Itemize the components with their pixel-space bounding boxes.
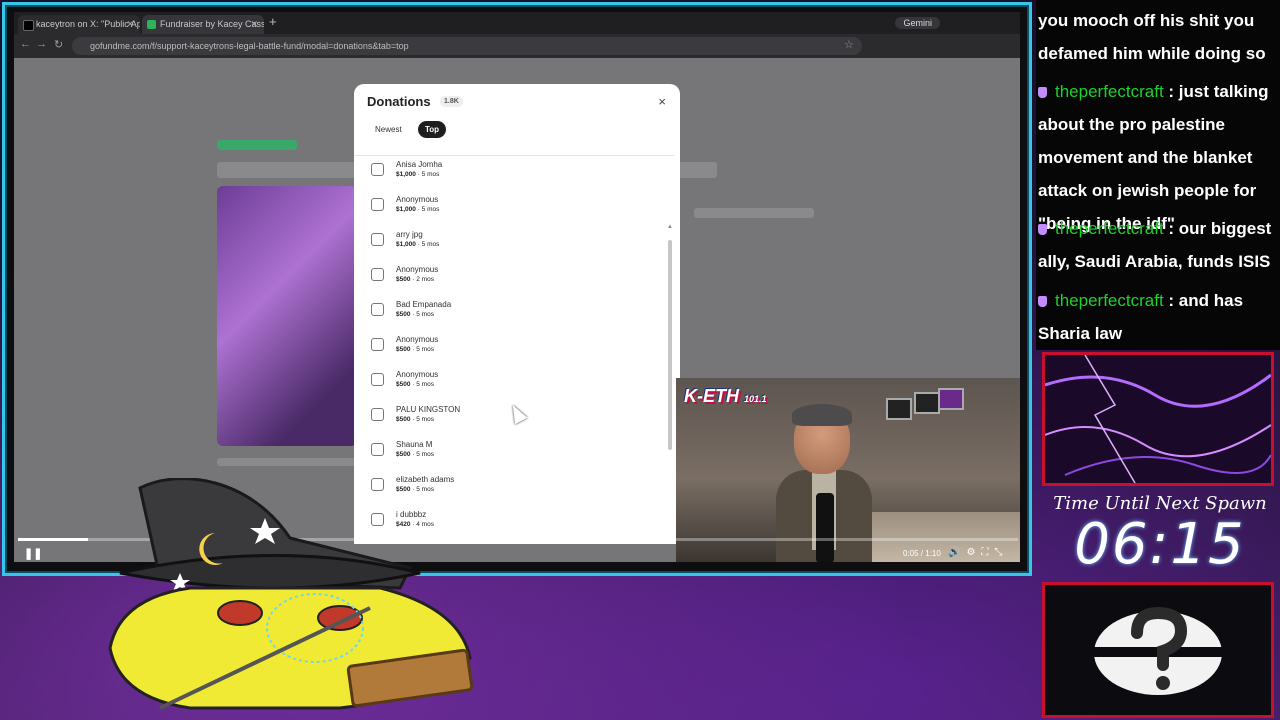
scroll-up-icon[interactable]: ▲	[667, 224, 673, 230]
donation-count-badge: 1.8K	[440, 96, 463, 107]
donation-amount: $1,000 · 5 mos	[396, 241, 440, 248]
pause-icon[interactable]: ❚❚	[24, 547, 42, 560]
heart-hand-icon	[371, 163, 384, 176]
donation-amount: $500 · 5 mos	[396, 451, 434, 458]
chat-username[interactable]: theperfectcraft	[1055, 219, 1164, 238]
campaign-image	[217, 186, 357, 446]
chat-message: you mooch off his shit you defamed him w…	[1038, 4, 1278, 70]
forward-icon[interactable]: →	[36, 38, 47, 50]
x-logo-icon	[23, 20, 34, 31]
heart-hand-icon	[371, 198, 384, 211]
donor-name: Anonymous	[396, 195, 439, 204]
gofundme-favicon-icon	[147, 20, 156, 29]
tab-strip: kaceytron on X: "Public Apolog ✕ Fundrai…	[14, 12, 1020, 34]
spawn-timer-label: Time Until Next Spawn	[1053, 493, 1267, 514]
donations-modal: Donations 1.8K × Newest Top ▲ Anisa Jomh…	[354, 84, 680, 544]
close-icon[interactable]: ×	[658, 94, 666, 109]
station-logo: K-ETH 101.1	[684, 386, 780, 420]
tab-newest[interactable]: Newest	[368, 121, 409, 138]
video-control-icons[interactable]: 🔊⚙⛶⤡	[948, 547, 1008, 558]
lightning-panel	[1042, 352, 1274, 486]
donation-row: Anonymous $500 · 2 mos	[370, 265, 650, 295]
donation-amount: $500 · 5 mos	[396, 381, 434, 388]
tab-label: Fundraiser by Kacey Cassano	[160, 19, 264, 29]
video-time: 0:05 / 1:10	[903, 549, 941, 558]
hair	[792, 404, 852, 426]
new-tab-icon[interactable]: +	[269, 14, 277, 29]
gemini-button[interactable]: Gemini	[895, 17, 940, 29]
donation-amount: $500 · 5 mos	[396, 311, 434, 318]
monitor-icon	[914, 392, 940, 414]
reload-icon[interactable]: ↻	[54, 38, 63, 51]
chat-message: theperfectcraft : and has Sharia law	[1038, 284, 1278, 350]
chat-message-text: you mooch off his shit you defamed him w…	[1038, 11, 1266, 63]
chat-username[interactable]: theperfectcraft	[1055, 291, 1164, 310]
microphone-icon	[816, 493, 834, 562]
donation-row: Anonymous $1,000 · 5 mos	[370, 195, 650, 225]
close-tab-icon[interactable]: ✕	[250, 15, 258, 34]
heart-hand-icon	[371, 303, 384, 316]
chat-message: theperfectcraft : our biggest ally, Saud…	[1038, 212, 1278, 278]
donor-name: Anonymous	[396, 265, 439, 274]
logo-subtext: 101.1	[744, 394, 767, 404]
donor-name: Anonymous	[396, 370, 439, 379]
donation-row: arry jpg $1,000 · 5 mos	[370, 230, 650, 260]
bookmark-star-icon[interactable]: ☆	[844, 38, 854, 51]
heart-hand-icon	[371, 338, 384, 351]
wizard-eye	[217, 600, 263, 626]
monitor-icon	[886, 398, 912, 420]
donation-amount: $500 · 5 mos	[396, 346, 434, 353]
donation-amount: $1,000 · 5 mos	[396, 171, 440, 178]
scrollbar-thumb[interactable]	[668, 240, 672, 450]
mystery-panel	[1042, 582, 1274, 718]
heart-hand-icon	[371, 443, 384, 456]
donation-row: Anonymous $500 · 5 mos	[370, 370, 650, 400]
close-tab-icon[interactable]: ✕	[126, 15, 134, 34]
donation-amount: $500 · 5 mos	[396, 416, 434, 423]
donor-name: PALU KINGSTON	[396, 405, 461, 414]
video-progress-fill	[18, 538, 88, 541]
donation-amount: $1,000 · 5 mos	[396, 206, 440, 213]
video-player[interactable]: K-ETH 101.1	[676, 378, 1020, 562]
sub-badge-icon	[1038, 296, 1047, 308]
heart-hand-icon	[371, 408, 384, 421]
donor-name: arry jpg	[396, 230, 423, 239]
chat-panel: you mooch off his shit you defamed him w…	[1036, 0, 1280, 350]
donation-row: Bad Empanada $500 · 5 mos	[370, 300, 650, 330]
browser-tab-gofundme[interactable]: Fundraiser by Kacey Cassano ✕	[142, 15, 264, 34]
wizard-eye	[317, 605, 363, 631]
donation-row: Anonymous $500 · 5 mos	[370, 335, 650, 365]
donation-row: Shauna M $500 · 5 mos	[370, 440, 650, 470]
browser-tab-x[interactable]: kaceytron on X: "Public Apolog ✕	[18, 15, 140, 34]
sidebar-placeholder	[694, 208, 814, 218]
heart-hand-icon	[371, 233, 384, 246]
chat-username[interactable]: theperfectcraft	[1055, 82, 1164, 101]
question-mark-icon	[1094, 606, 1222, 695]
text-placeholder	[217, 458, 367, 466]
chat-message-text: : just talking about the pro palestine m…	[1038, 82, 1269, 233]
lightning-art	[1045, 355, 1271, 483]
donation-row: Anisa Jomha $1,000 · 5 mos	[370, 160, 650, 190]
tab-label: kaceytron on X: "Public Apolog	[36, 19, 140, 29]
url-input[interactable]: gofundme.com/f/support-kaceytrons-legal-…	[72, 37, 862, 55]
donor-name: Anisa Jomha	[396, 160, 443, 169]
address-bar-row: ← → ↻ gofundme.com/f/support-kaceytrons-…	[14, 34, 1020, 58]
heart-hand-icon	[371, 373, 384, 386]
sub-badge-icon	[1038, 224, 1047, 236]
category-tag	[217, 140, 297, 150]
sub-badge-icon	[1038, 87, 1047, 99]
wizard-mascot	[108, 478, 474, 710]
heart-hand-icon	[371, 268, 384, 281]
spawn-timer-value: 06:15	[1074, 512, 1246, 577]
donor-name: Anonymous	[396, 335, 439, 344]
donor-name: Shauna M	[396, 440, 433, 449]
donor-name: Bad Empanada	[396, 300, 452, 309]
back-icon[interactable]: ←	[20, 38, 31, 50]
tab-top[interactable]: Top	[418, 121, 447, 138]
monitor-icon	[938, 388, 964, 410]
modal-title: Donations	[367, 94, 431, 109]
logo-text: K-ETH	[684, 386, 739, 406]
donation-amount: $500 · 2 mos	[396, 276, 434, 283]
